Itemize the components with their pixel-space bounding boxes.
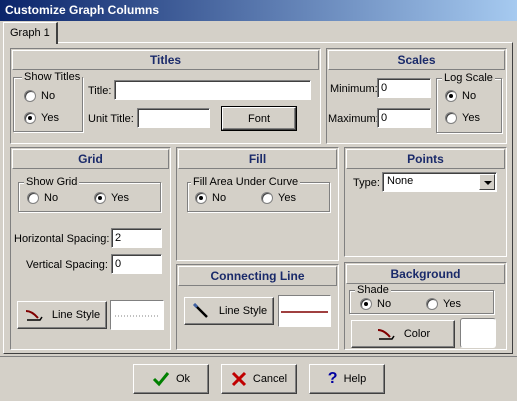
show-titles-label: Show Titles <box>22 71 83 83</box>
shade-no-radio[interactable] <box>360 298 372 310</box>
points-type-label: Type: <box>353 177 380 189</box>
fill-area-label: Fill Area Under Curve <box>191 176 301 188</box>
maximum-label: Maximum: <box>328 113 379 125</box>
shade-no-label: No <box>377 298 392 310</box>
horizontal-spacing-input[interactable] <box>111 228 162 248</box>
background-color-swatch[interactable] <box>460 318 496 348</box>
points-type-select[interactable]: None <box>382 172 497 192</box>
fill-area-no-radio[interactable] <box>195 192 207 204</box>
ok-label: Ok <box>175 373 191 385</box>
log-scale-yes-radio[interactable] <box>445 112 457 124</box>
fill-area-no-label: No <box>212 192 227 204</box>
grid-line-preview <box>110 300 164 330</box>
titles-header: Titles <box>12 50 319 70</box>
show-titles-no-label: No <box>41 90 56 102</box>
show-grid-no-radio[interactable] <box>27 192 39 204</box>
connecting-line-style-label: Line Style <box>218 305 268 317</box>
fill-area-yes-label: Yes <box>278 192 296 204</box>
help-label: Help <box>343 373 367 385</box>
background-color-button[interactable]: Color <box>351 320 455 348</box>
unit-title-label: Unit Title: <box>88 113 134 125</box>
line-style-pen-icon <box>192 303 208 318</box>
font-button[interactable]: Font <box>221 106 297 131</box>
show-grid-label: Show Grid <box>24 176 80 188</box>
tab-label: Graph 1 <box>10 27 50 39</box>
show-grid-no-label: No <box>44 192 59 204</box>
chevron-down-icon[interactable] <box>479 174 495 190</box>
font-button-label: Font <box>247 112 270 125</box>
tab-graph-1[interactable]: Graph 1 <box>3 22 58 44</box>
fill-area-yes-radio[interactable] <box>261 192 273 204</box>
grid-header: Grid <box>12 149 169 169</box>
window-title: Customize Graph Columns <box>5 3 160 17</box>
log-scale-label: Log Scale <box>442 72 495 84</box>
show-titles-yes-radio[interactable] <box>24 112 36 124</box>
minimum-input[interactable] <box>377 78 431 98</box>
background-header: Background <box>346 264 505 284</box>
vertical-spacing-input[interactable] <box>111 254 162 274</box>
log-scale-yes-label: Yes <box>462 112 480 124</box>
connecting-line-style-button[interactable]: Line Style <box>184 297 274 325</box>
connecting-line-preview <box>278 295 331 327</box>
fill-header: Fill <box>178 149 337 169</box>
question-mark-icon: ? <box>327 370 338 387</box>
grid-line-style-label: Line Style <box>51 309 101 321</box>
cancel-button[interactable]: Cancel <box>221 364 297 394</box>
minimum-label: Minimum: <box>330 83 378 95</box>
unit-title-input[interactable] <box>137 108 210 128</box>
shade-label: Shade <box>355 284 391 296</box>
ok-button[interactable]: Ok <box>133 364 209 394</box>
vertical-spacing-label: Vertical Spacing: <box>26 259 108 271</box>
close-icon <box>231 371 246 387</box>
connecting-line-sample <box>281 311 328 313</box>
shade-yes-label: Yes <box>443 298 461 310</box>
show-grid-yes-label: Yes <box>111 192 129 204</box>
color-brush-icon <box>377 329 395 340</box>
log-scale-no-radio[interactable] <box>445 90 457 102</box>
maximum-input[interactable] <box>377 108 431 128</box>
show-titles-no-radio[interactable] <box>24 90 36 102</box>
checkmark-icon <box>152 372 170 387</box>
horizontal-spacing-label: Horizontal Spacing: <box>14 233 110 245</box>
grid-line-style-button[interactable]: Line Style <box>17 301 107 329</box>
shade-yes-radio[interactable] <box>426 298 438 310</box>
title-label: Title: <box>88 85 112 97</box>
title-bar: Customize Graph Columns <box>0 0 517 21</box>
scales-header: Scales <box>328 50 505 70</box>
line-style-icon <box>25 310 43 321</box>
points-type-value: None <box>387 175 414 187</box>
log-scale-no-label: No <box>462 90 477 102</box>
connecting-line-header: Connecting Line <box>178 266 337 286</box>
cancel-label: Cancel <box>252 373 288 385</box>
title-input[interactable] <box>114 80 311 100</box>
points-header: Points <box>346 149 505 169</box>
show-grid-yes-radio[interactable] <box>94 192 106 204</box>
help-button[interactable]: ? Help <box>309 364 385 394</box>
background-color-label: Color <box>403 328 431 340</box>
show-titles-yes-label: Yes <box>41 112 59 124</box>
grid-dotted-line <box>115 315 159 317</box>
